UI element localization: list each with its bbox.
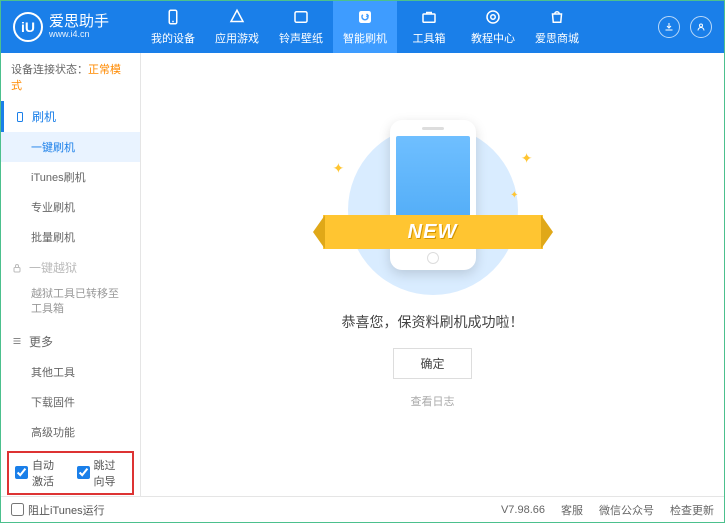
success-message: 恭喜您，保资料刷机成功啦！ (342, 312, 524, 332)
section-jailbreak: 一键越狱 (1, 252, 140, 283)
jailbreak-note: 越狱工具已转移至 工具箱 (1, 283, 140, 326)
sidebar-item-oneclick[interactable]: 一键刷机 (1, 132, 140, 162)
sidebar: 设备连接状态：正常模式 刷机 一键刷机 iTunes刷机 专业刷机 批量刷机 一… (1, 53, 141, 496)
version-label: V7.98.66 (501, 504, 545, 516)
download-button[interactable] (658, 16, 680, 38)
nav-flash[interactable]: 智能刷机 (333, 1, 397, 53)
sidebar-item-batch[interactable]: 批量刷机 (1, 222, 140, 252)
nav-store[interactable]: 爱思商城 (525, 1, 589, 53)
logo[interactable]: iU 爱思助手 www.i4.cn (1, 12, 141, 42)
nav-wallpaper[interactable]: 铃声壁纸 (269, 1, 333, 53)
view-log-link[interactable]: 查看日志 (411, 393, 455, 409)
sidebar-item-itunes[interactable]: iTunes刷机 (1, 162, 140, 192)
flash-icon (356, 8, 374, 26)
options-highlight: 自动激活 跳过向导 (7, 451, 134, 495)
section-flash[interactable]: 刷机 (1, 101, 140, 132)
feedback-link[interactable]: 客服 (561, 502, 583, 518)
brand-site: www.i4.cn (49, 30, 109, 40)
checkbox-block-itunes[interactable]: 阻止iTunes运行 (11, 502, 105, 518)
user-icon (695, 21, 707, 33)
body: 设备连接状态：正常模式 刷机 一键刷机 iTunes刷机 专业刷机 批量刷机 一… (1, 53, 724, 496)
footer: 阻止iTunes运行 V7.98.66 客服 微信公众号 检查更新 (1, 496, 724, 522)
nav-my-device[interactable]: 我的设备 (141, 1, 205, 53)
wallpaper-icon (292, 8, 310, 26)
connection-status: 设备连接状态：正常模式 (1, 53, 140, 101)
download-icon (663, 21, 675, 33)
success-illustration: ✦ ✦ ✦ NEW (323, 120, 543, 290)
banner-text: NEW (408, 221, 458, 244)
device-icon (164, 8, 182, 26)
phone-icon (14, 111, 26, 123)
checkbox-auto-activate[interactable]: 自动激活 (15, 457, 65, 489)
main-nav: 我的设备 应用游戏 铃声壁纸 智能刷机 工具箱 教程中心 (141, 1, 658, 53)
user-button[interactable] (690, 16, 712, 38)
list-icon (11, 335, 23, 347)
app-window: ☰ ▦ — □ ✕ iU 爱思助手 www.i4.cn 我的设备 应用游戏 (0, 0, 725, 523)
sidebar-item-advanced[interactable]: 高级功能 (1, 417, 140, 447)
store-icon (548, 8, 566, 26)
wechat-link[interactable]: 微信公众号 (599, 502, 654, 518)
toolbox-icon (420, 8, 438, 26)
checkbox-skip-guide[interactable]: 跳过向导 (77, 457, 127, 489)
apps-icon (228, 8, 246, 26)
nav-tutorial[interactable]: 教程中心 (461, 1, 525, 53)
ok-button[interactable]: 确定 (393, 348, 471, 379)
nav-apps[interactable]: 应用游戏 (205, 1, 269, 53)
lock-icon (11, 262, 23, 274)
sidebar-item-pro[interactable]: 专业刷机 (1, 192, 140, 222)
sidebar-item-download-fw[interactable]: 下载固件 (1, 387, 140, 417)
check-update-link[interactable]: 检查更新 (670, 502, 714, 518)
brand-name: 爱思助手 (49, 14, 109, 31)
logo-icon: iU (13, 12, 43, 42)
main-content: ✦ ✦ ✦ NEW 恭喜您，保资料刷机成功啦！ 确定 查看日志 (141, 53, 724, 496)
tutorial-icon (484, 8, 502, 26)
nav-toolbox[interactable]: 工具箱 (397, 1, 461, 53)
section-more[interactable]: 更多 (1, 326, 140, 357)
sidebar-item-other[interactable]: 其他工具 (1, 357, 140, 387)
header: iU 爱思助手 www.i4.cn 我的设备 应用游戏 铃声壁纸 智能刷机 (1, 1, 724, 53)
header-actions (658, 16, 724, 38)
